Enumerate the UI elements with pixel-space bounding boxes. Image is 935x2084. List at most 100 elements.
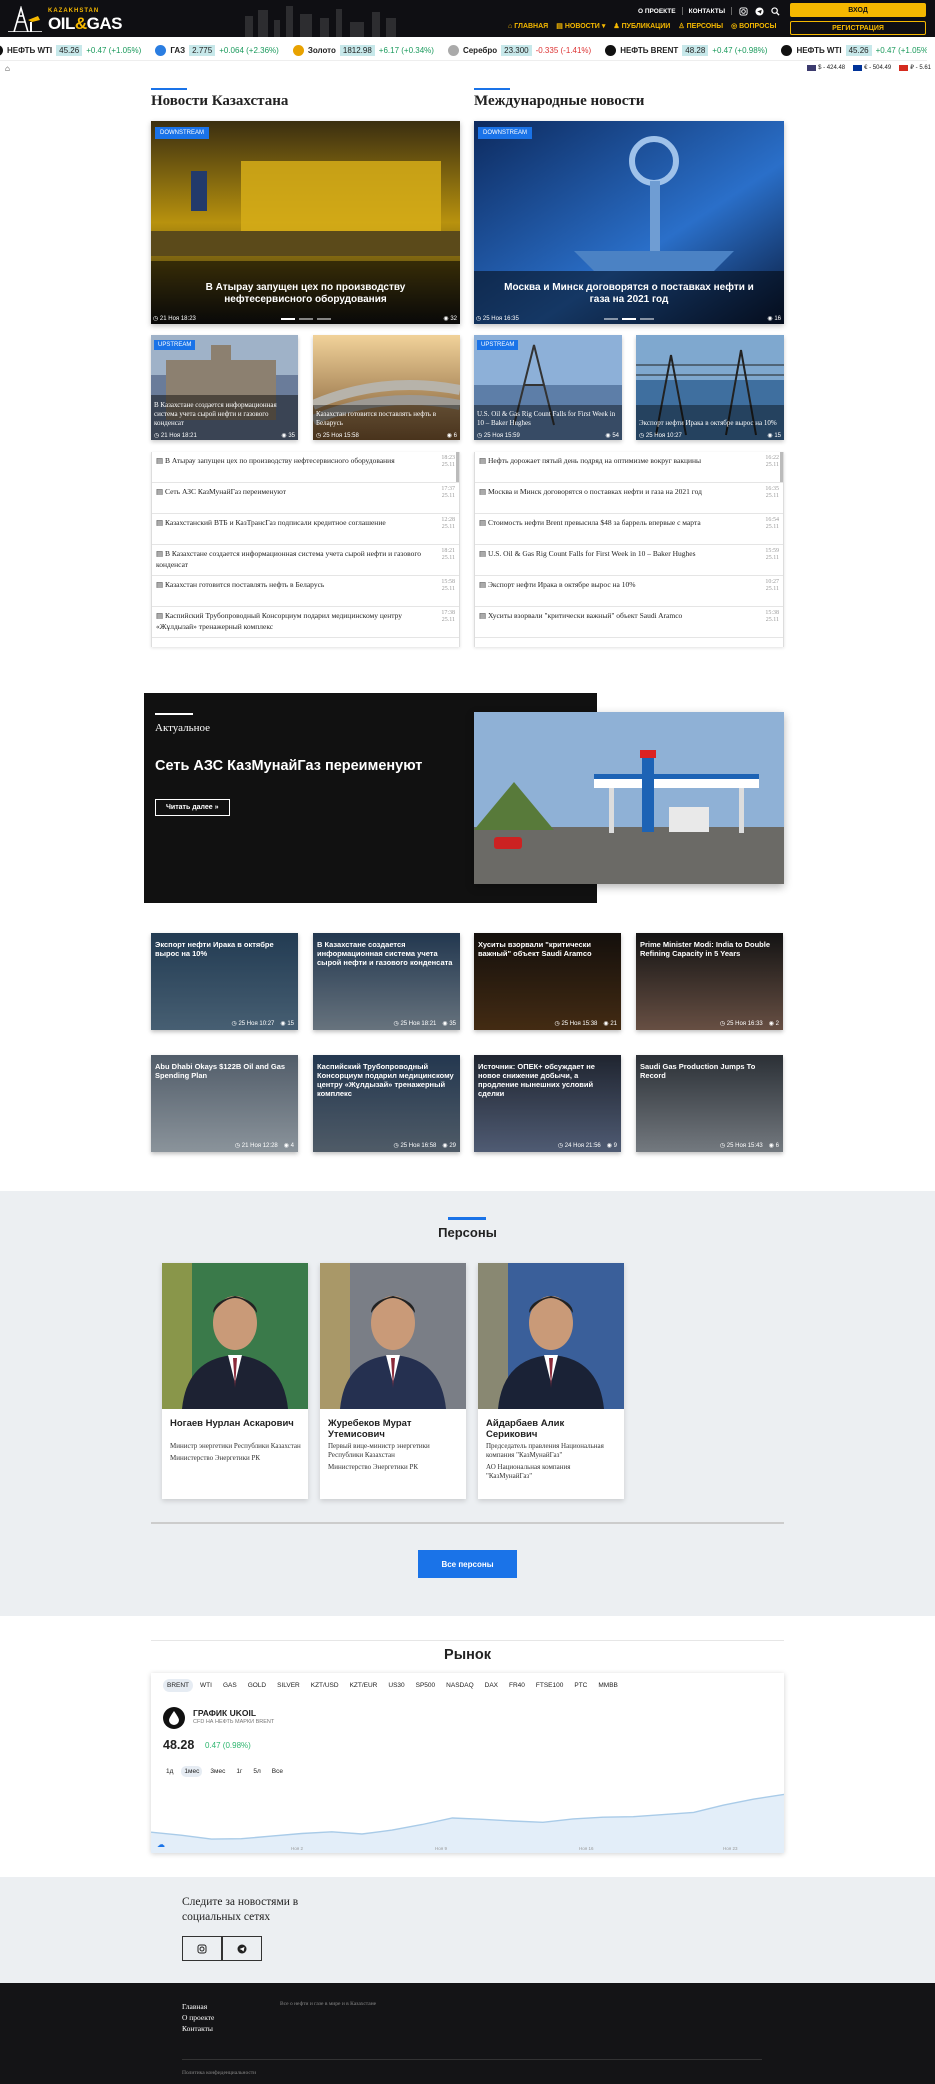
market-tab[interactable]: FR40: [505, 1679, 529, 1692]
hero-news-intl[interactable]: DOWNSTREAM Москва и Минск договорятся о …: [474, 121, 784, 324]
register-button[interactable]: РЕГИСТРАЦИЯ: [790, 21, 926, 35]
top-link-about[interactable]: О ПРОЕКТЕ: [638, 8, 676, 15]
news-card[interactable]: UPSTREAM U.S. Oil & Gas Rig Count Falls …: [474, 335, 622, 440]
list-item[interactable]: ▤ Нефть дорожает пятый день подряд на оп…: [475, 452, 783, 483]
news-card[interactable]: Экспорт нефти Ирака в октябре вырос на 1…: [151, 933, 298, 1030]
ticker-item[interactable]: Золото 1812.98 +6.17 (+0.34%): [292, 45, 434, 56]
list-item[interactable]: ▤ Казахстанский ВТБ и КазТрансГаз подпис…: [152, 514, 459, 545]
period-button[interactable]: 1д: [163, 1766, 176, 1777]
market-tab[interactable]: MMBB: [594, 1679, 622, 1692]
market-tab[interactable]: GAS: [219, 1679, 241, 1692]
person-card[interactable]: Ногаев Нурлан Аскарович Министр энергетик…: [162, 1263, 308, 1499]
card-title[interactable]: В Казахстане создается информационная си…: [154, 401, 295, 428]
featured-image[interactable]: [474, 712, 784, 884]
telegram-icon[interactable]: [754, 6, 764, 16]
period-button[interactable]: 3мес: [207, 1766, 228, 1777]
footer-link-about[interactable]: О проекте: [182, 2012, 214, 2023]
instagram-icon[interactable]: [738, 6, 748, 16]
category-badge[interactable]: DOWNSTREAM: [478, 127, 532, 139]
news-card[interactable]: В Казахстане создается информационная си…: [313, 933, 460, 1030]
read-more-button[interactable]: Читать далее »: [155, 799, 230, 816]
list-item[interactable]: ▤ U.S. Oil & Gas Rig Count Falls for Fir…: [475, 545, 783, 576]
login-button[interactable]: ВХОД: [790, 3, 926, 17]
market-tab[interactable]: GOLD: [244, 1679, 270, 1692]
card-title[interactable]: Казахстан готовится поставлять нефть в Б…: [316, 410, 457, 428]
person-name[interactable]: Айдарбаев Алик Серикович: [486, 1418, 618, 1440]
list-item[interactable]: ▤ Москва и Минск договорятся о поставках…: [475, 483, 783, 514]
person-name[interactable]: Ногаев Нурлан Аскарович: [170, 1418, 302, 1429]
card-title[interactable]: U.S. Oil & Gas Rig Count Falls for First…: [477, 410, 619, 428]
slider-dots[interactable]: [280, 318, 331, 320]
slider-dots[interactable]: [604, 318, 654, 320]
site-logo[interactable]: KAZAKHSTAN OIL&GAS: [8, 4, 148, 34]
list-item[interactable]: ▤ Казахстан готовится поставлять нефть в…: [152, 576, 459, 607]
ticker-item[interactable]: НЕФТЬ WTI 45.26 +0.47 (+1.05%): [0, 45, 141, 56]
ticker-item[interactable]: НЕФТЬ WTI 45.26 +0.47 (+1.05%): [781, 45, 927, 56]
privacy-link[interactable]: Политика конфиденциальности: [182, 2070, 256, 2076]
nav-persons[interactable]: ♙ ПЕРСОНЫ: [678, 22, 723, 31]
period-button[interactable]: 1г: [233, 1766, 245, 1777]
person-name[interactable]: Журебеков Мурат Утемисович: [328, 1418, 460, 1440]
news-card[interactable]: Экспорт нефти Ирака в октябре вырос на 1…: [636, 335, 784, 440]
scrollbar[interactable]: [456, 452, 459, 482]
search-icon[interactable]: [770, 6, 780, 16]
news-card[interactable]: Saudi Gas Production Jumps To Record ◷ 25…: [636, 1055, 783, 1152]
list-item[interactable]: ▤ Экспорт нефти Ирака в октябре вырос на…: [475, 576, 783, 607]
top-link-contacts[interactable]: КОНТАКТЫ: [689, 8, 725, 15]
scrollbar[interactable]: [780, 452, 783, 482]
news-card[interactable]: Prime Minister Modi: India to Double Ref…: [636, 933, 783, 1030]
market-tab[interactable]: WTI: [196, 1679, 216, 1692]
category-badge[interactable]: DOWNSTREAM: [155, 127, 209, 139]
news-card[interactable]: Abu Dhabi Okays $122B Oil and Gas Spendi…: [151, 1055, 298, 1152]
news-card[interactable]: Хуситы взорвали "критически важный" объе…: [474, 933, 621, 1030]
nav-publications[interactable]: ♟ ПУБЛИКАЦИИ: [613, 22, 670, 31]
list-item[interactable]: ▤ В Казахстане создается информационная …: [152, 545, 459, 576]
nav-news[interactable]: ▤ НОВОСТИ ▾: [556, 22, 605, 31]
hero-title[interactable]: В Атырау запущен цех по производству неф…: [171, 282, 440, 306]
list-item[interactable]: ▤ Каспийский Трубопроводный Консорциум п…: [152, 607, 459, 638]
period-button[interactable]: 5л: [250, 1766, 263, 1777]
card-date: ◷ 25 Ноя 10:27: [639, 433, 682, 439]
nav-questions[interactable]: ◎ ВОПРОСЫ: [731, 22, 776, 31]
market-tab[interactable]: SILVER: [273, 1679, 304, 1692]
price-chart[interactable]: Ноя 2 Ноя 9 Ноя 16 Ноя 23 ☁: [151, 1783, 784, 1853]
category-badge[interactable]: UPSTREAM: [154, 340, 196, 350]
list-item[interactable]: ▤ Сеть АЗС КазМунайГаз переименуют 17:37 2…: [152, 483, 459, 514]
market-tab[interactable]: DAX: [481, 1679, 502, 1692]
hero-title[interactable]: Москва и Минск договорятся о поставках н…: [494, 282, 764, 306]
news-card[interactable]: Источник: ОПЕК+ обсуждает не новое сниже…: [474, 1055, 621, 1152]
footer-link-contacts[interactable]: Контакты: [182, 2023, 214, 2034]
home-icon[interactable]: ⌂: [5, 64, 10, 73]
market-tab[interactable]: KZT/EUR: [346, 1679, 382, 1692]
featured-title[interactable]: Сеть АЗС КазМунайГаз переименуют: [155, 758, 422, 774]
hero-news-kz[interactable]: DOWNSTREAM В Атырау запущен цех по произ…: [151, 121, 460, 324]
list-item[interactable]: ▤ Стоимость нефти Brent превысила $48 за…: [475, 514, 783, 545]
all-persons-button[interactable]: Все персоны: [418, 1550, 517, 1578]
instagram-button[interactable]: [182, 1936, 222, 1961]
market-tab[interactable]: PTC: [570, 1679, 591, 1692]
list-item[interactable]: ▤ Хуситы взорвали "критически важный" об…: [475, 607, 783, 638]
market-tab[interactable]: SP500: [412, 1679, 440, 1692]
market-tab[interactable]: BRENT: [163, 1679, 194, 1692]
news-card[interactable]: Каспийский Трубопроводный Консорциум под…: [313, 1055, 460, 1152]
ticker-item[interactable]: НЕФТЬ BRENT 48.28 +0.47 (+0.98%): [605, 45, 767, 56]
card-title[interactable]: Экспорт нефти Ирака в октябре вырос на 1…: [639, 419, 781, 428]
list-item[interactable]: ▤ В Атырау запущен цех по производству н…: [152, 452, 459, 483]
market-tab[interactable]: FTSE100: [532, 1679, 567, 1692]
ticker-item[interactable]: Серебро 23.300 -0.335 (-1.41%): [447, 45, 591, 56]
period-button[interactable]: Все: [269, 1766, 286, 1777]
telegram-button[interactable]: [222, 1936, 262, 1961]
market-tab[interactable]: NASDAQ: [442, 1679, 477, 1692]
nav-home[interactable]: ⌂ ГЛАВНАЯ: [508, 22, 548, 30]
card-views: ◉ 6: [446, 433, 457, 439]
person-card[interactable]: Айдарбаев Алик Серикович Председатель пра…: [478, 1263, 624, 1499]
ticker-item[interactable]: ГАЗ 2.775 +0.064 (+2.36%): [155, 45, 279, 56]
person-card[interactable]: Журебеков Мурат Утемисович Первый вице-ми…: [320, 1263, 466, 1499]
footer-link-home[interactable]: Главная: [182, 2001, 214, 2012]
news-card[interactable]: Казахстан готовится поставлять нефть в Б…: [313, 335, 460, 440]
news-card[interactable]: UPSTREAM В Казахстане создается информац…: [151, 335, 298, 440]
market-tab[interactable]: KZT/USD: [307, 1679, 343, 1692]
category-badge[interactable]: UPSTREAM: [477, 340, 519, 350]
market-tab[interactable]: US30: [384, 1679, 408, 1692]
period-button[interactable]: 1мес: [181, 1766, 203, 1777]
